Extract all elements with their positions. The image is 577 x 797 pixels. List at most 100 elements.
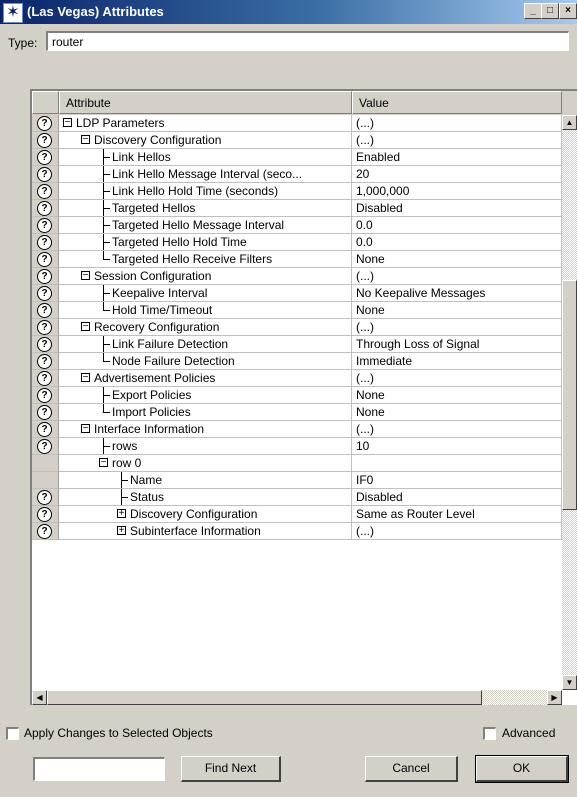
value-cell[interactable]: None	[352, 404, 562, 421]
value-cell[interactable]: 20	[352, 166, 562, 183]
table-row[interactable]: ? Link Hello Message Interval (seco... 20	[32, 166, 562, 183]
table-row[interactable]: ? Export Policies None	[32, 387, 562, 404]
attribute-cell[interactable]: Import Policies	[59, 404, 352, 421]
value-cell[interactable]: (...)	[352, 421, 562, 438]
value-cell[interactable]: (...)	[352, 268, 562, 285]
help-icon[interactable]: ?	[37, 507, 52, 522]
value-cell[interactable]: (...)	[352, 115, 562, 132]
value-cell[interactable]: 1,000,000	[352, 183, 562, 200]
table-row[interactable]: − row 0	[32, 455, 562, 472]
value-cell[interactable]: Same as Router Level	[352, 506, 562, 523]
value-cell[interactable]: Disabled	[352, 489, 562, 506]
table-row[interactable]: ? Status Disabled	[32, 489, 562, 506]
help-icon[interactable]: ?	[37, 490, 52, 505]
attribute-cell[interactable]: Link Hellos	[59, 149, 352, 166]
scroll-right-icon[interactable]: ▶	[547, 690, 562, 705]
value-cell[interactable]: (...)	[352, 523, 562, 540]
attribute-cell[interactable]: − Session Configuration	[59, 268, 352, 285]
collapse-icon[interactable]: −	[63, 118, 72, 128]
value-cell[interactable]: 10	[352, 438, 562, 455]
type-field[interactable]: router	[46, 31, 569, 51]
help-icon[interactable]: ?	[37, 524, 52, 539]
table-row[interactable]: ? rows 10	[32, 438, 562, 455]
help-icon[interactable]: ?	[37, 167, 52, 182]
scroll-down-icon[interactable]: ▼	[562, 675, 577, 690]
value-cell[interactable]: Enabled	[352, 149, 562, 166]
table-row[interactable]: ? Targeted Hello Message Interval 0.0	[32, 217, 562, 234]
value-cell[interactable]: No Keepalive Messages	[352, 285, 562, 302]
help-icon[interactable]: ?	[37, 337, 52, 352]
value-cell[interactable]: Immediate	[352, 353, 562, 370]
value-cell[interactable]: (...)	[352, 370, 562, 387]
table-row[interactable]: ? Keepalive Interval No Keepalive Messages	[32, 285, 562, 302]
advanced-checkbox[interactable]	[483, 727, 496, 740]
attribute-cell[interactable]: − Interface Information	[59, 421, 352, 438]
attribute-cell[interactable]: − Discovery Configuration	[59, 132, 352, 149]
attribute-cell[interactable]: Targeted Hello Receive Filters	[59, 251, 352, 268]
maximize-button[interactable]: □	[541, 3, 559, 19]
vertical-scrollbar[interactable]: ▲ ▼	[562, 115, 577, 690]
apply-changes-checkbox[interactable]	[6, 727, 19, 740]
attribute-cell[interactable]: Keepalive Interval	[59, 285, 352, 302]
value-cell[interactable]: Through Loss of Signal	[352, 336, 562, 353]
attribute-cell[interactable]: Link Hello Message Interval (seco...	[59, 166, 352, 183]
minimize-button[interactable]: _	[524, 3, 542, 19]
value-cell[interactable]: 0.0	[352, 217, 562, 234]
close-button[interactable]: ×	[559, 3, 577, 19]
attribute-cell[interactable]: Targeted Hello Hold Time	[59, 234, 352, 251]
table-row[interactable]: ? Targeted Hellos Disabled	[32, 200, 562, 217]
find-input[interactable]	[33, 757, 165, 781]
apply-changes-label[interactable]: Apply Changes to Selected Objects	[24, 726, 213, 740]
attribute-cell[interactable]: − Recovery Configuration	[59, 319, 352, 336]
collapse-icon[interactable]: −	[81, 424, 90, 434]
attribute-cell[interactable]: + Subinterface Information	[59, 523, 352, 540]
expand-icon[interactable]: +	[117, 526, 126, 536]
help-icon[interactable]: ?	[37, 269, 52, 284]
collapse-icon[interactable]: −	[99, 458, 108, 468]
attribute-cell[interactable]: Node Failure Detection	[59, 353, 352, 370]
table-row[interactable]: ? + Subinterface Information (...)	[32, 523, 562, 540]
ok-button[interactable]: OK	[475, 755, 569, 783]
table-row[interactable]: ? − Interface Information (...)	[32, 421, 562, 438]
help-icon[interactable]: ?	[37, 371, 52, 386]
column-attribute[interactable]: Attribute	[59, 91, 352, 114]
value-cell[interactable]: 0.0	[352, 234, 562, 251]
help-icon[interactable]: ?	[37, 218, 52, 233]
help-icon[interactable]: ?	[37, 133, 52, 148]
table-row[interactable]: ? Link Failure Detection Through Loss of S…	[32, 336, 562, 353]
horizontal-scroll-thumb[interactable]	[47, 690, 482, 705]
table-row[interactable]: ? − Recovery Configuration (...)	[32, 319, 562, 336]
help-icon[interactable]: ?	[37, 116, 52, 131]
scroll-left-icon[interactable]: ◀	[32, 690, 47, 705]
table-row[interactable]: ? + Discovery Configuration Same as Router …	[32, 506, 562, 523]
help-icon[interactable]: ?	[37, 320, 52, 335]
help-icon[interactable]: ?	[37, 422, 52, 437]
table-row[interactable]: ? Link Hello Hold Time (seconds) 1,000,000	[32, 183, 562, 200]
attribute-cell[interactable]: Export Policies	[59, 387, 352, 404]
value-cell[interactable]: Disabled	[352, 200, 562, 217]
attribute-cell[interactable]: Name	[59, 472, 352, 489]
value-cell[interactable]	[352, 455, 562, 472]
vertical-scroll-thumb[interactable]	[562, 280, 577, 510]
help-icon[interactable]: ?	[37, 388, 52, 403]
help-icon[interactable]: ?	[37, 201, 52, 216]
table-row[interactable]: ? Hold Time/Timeout None	[32, 302, 562, 319]
attribute-cell[interactable]: Link Failure Detection	[59, 336, 352, 353]
help-icon[interactable]: ?	[37, 286, 52, 301]
attribute-cell[interactable]: Targeted Hello Message Interval	[59, 217, 352, 234]
attribute-cell[interactable]: + Discovery Configuration	[59, 506, 352, 523]
value-cell[interactable]: IF0	[352, 472, 562, 489]
table-row[interactable]: ? − Advertisement Policies (...)	[32, 370, 562, 387]
value-cell[interactable]: None	[352, 387, 562, 404]
table-row[interactable]: ? Node Failure Detection Immediate	[32, 353, 562, 370]
help-icon[interactable]: ?	[37, 405, 52, 420]
help-icon[interactable]: ?	[37, 150, 52, 165]
attribute-cell[interactable]: Hold Time/Timeout	[59, 302, 352, 319]
table-row[interactable]: ? Targeted Hello Receive Filters None	[32, 251, 562, 268]
collapse-icon[interactable]: −	[81, 135, 90, 145]
attribute-cell[interactable]: Status	[59, 489, 352, 506]
value-cell[interactable]: None	[352, 302, 562, 319]
scroll-up-icon[interactable]: ▲	[562, 115, 577, 130]
attribute-cell[interactable]: Link Hello Hold Time (seconds)	[59, 183, 352, 200]
collapse-icon[interactable]: −	[81, 322, 90, 332]
